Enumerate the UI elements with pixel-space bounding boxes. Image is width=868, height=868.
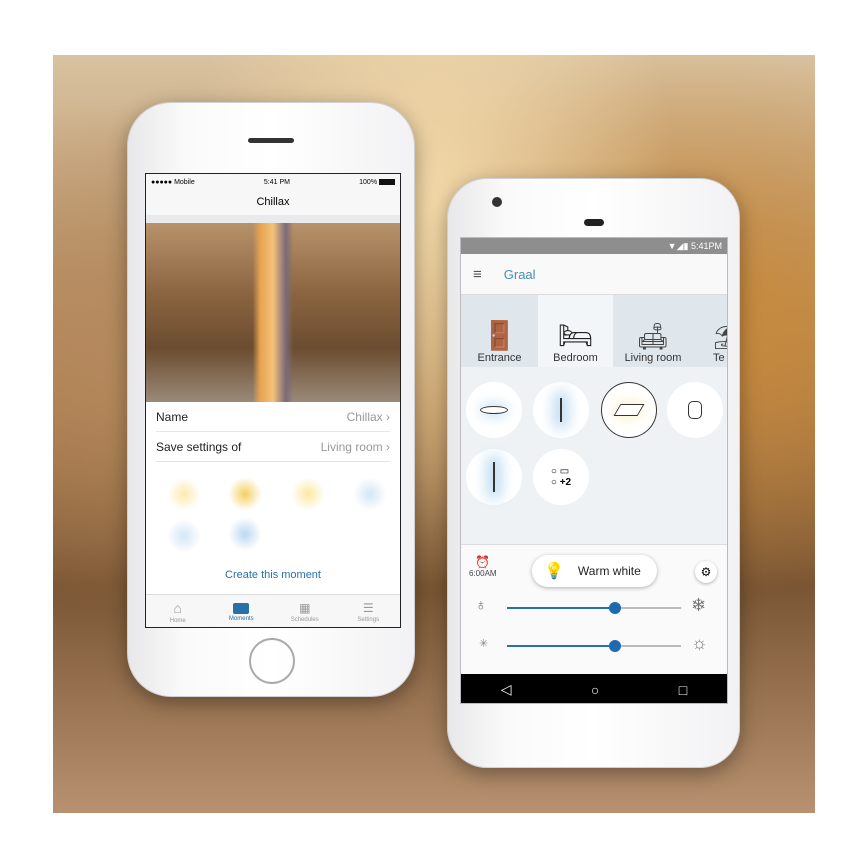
wall-lights-icon[interactable] xyxy=(167,519,201,553)
name-row[interactable]: Name Chillax › xyxy=(156,402,390,432)
create-moment-button[interactable]: Create this moment xyxy=(146,569,400,581)
snowflake-icon: ❄ xyxy=(691,595,707,615)
controls: ⏰ 6:00AM 💡 Warm white ⚙ ♁ ❄ ✳ ☼ xyxy=(461,544,727,674)
gear-icon[interactable]: ⚙ xyxy=(695,561,717,583)
menu-icon[interactable]: ≡ xyxy=(473,266,482,283)
room-terrace[interactable]: ⛱Te xyxy=(693,295,727,367)
scene-button[interactable]: 💡 Warm white xyxy=(532,555,657,587)
ios-screen: ●●●●● Mobile 5:41 PM 100% Chillax Name C… xyxy=(145,173,401,628)
app-title: Graal xyxy=(503,266,536,282)
bed-icon: 🛏 xyxy=(557,320,594,351)
room-living-room[interactable]: 🛋 Living room xyxy=(613,295,693,367)
alarm[interactable]: ⏰ 6:00AM xyxy=(469,555,497,578)
iphone: ●●●●● Mobile 5:41 PM 100% Chillax Name C… xyxy=(127,102,415,697)
battery: 100% xyxy=(359,179,395,186)
page-title: Chillax xyxy=(146,190,400,215)
save-settings-row[interactable]: Save settings of Living room › xyxy=(156,432,390,462)
speaker xyxy=(584,219,604,226)
bulb-icon: 💡 xyxy=(544,563,564,580)
group-more-count: +2 xyxy=(559,477,572,488)
spotlight-icon[interactable] xyxy=(228,477,262,511)
recents-icon[interactable]: □ xyxy=(679,682,687,698)
home-icon: ⌂ xyxy=(173,600,182,616)
bright-sun-icon: ☼ xyxy=(691,633,708,653)
ceiling-light-icon[interactable] xyxy=(291,477,325,511)
clock: 5:41 PM xyxy=(263,178,290,186)
save-label: Save settings of xyxy=(156,439,242,454)
carrier: ●●●●● Mobile xyxy=(151,178,195,186)
table-lamp-icon[interactable] xyxy=(667,382,723,438)
globe-lamp-icon[interactable] xyxy=(228,517,262,551)
tab-schedules[interactable]: ▦ Schedules xyxy=(273,601,337,623)
floor-lamp-icon[interactable] xyxy=(466,449,522,505)
speaker xyxy=(248,138,294,143)
tab-settings[interactable]: ☰ Settings xyxy=(337,601,401,623)
moment-photo xyxy=(146,223,400,402)
camera xyxy=(492,197,502,207)
room-tabs: 🚪Entrance 🛏Bedroom 🛋Living room ⛱Te xyxy=(461,295,727,367)
brightness-slider[interactable] xyxy=(507,640,681,652)
floor-lamps-icon[interactable] xyxy=(167,477,201,511)
lights-grid: ○ ▭ ○ +2 xyxy=(461,367,727,544)
spotlight-icon[interactable] xyxy=(601,382,657,438)
color-temp-thumb[interactable] xyxy=(608,602,621,614)
door-icon: 🚪 xyxy=(482,320,517,351)
clock: 5:41PM xyxy=(690,241,722,251)
nav-bar: ◁ ○ □ xyxy=(461,674,727,703)
warm-bulb-icon: ♁ xyxy=(475,597,487,614)
tab-bar: ⌂ Home Moments ▦ Schedules ☰ Settings xyxy=(146,594,401,627)
strip-light-icon[interactable] xyxy=(353,477,387,511)
save-value: Living room › xyxy=(320,439,390,454)
desk-lamp-icon[interactable] xyxy=(533,382,589,438)
name-label: Name xyxy=(156,409,189,424)
android-screen: ▼◢▮ 5:41PM ≡ Graal 🚪 Entrance 🛏 Bedroom 🛋 L… xyxy=(460,237,728,704)
ceiling-light-icon[interactable] xyxy=(466,382,522,438)
room-bedroom[interactable]: 🛏 Bedroom xyxy=(538,295,613,367)
group-icon[interactable]: ○ ▭ ○ +2 xyxy=(533,449,589,505)
sofa-icon: 🛋 xyxy=(636,321,670,351)
dim-sun-icon: ✳ xyxy=(479,638,489,650)
home-icon[interactable]: ○ xyxy=(591,682,599,698)
brightness-thumb[interactable] xyxy=(608,640,621,652)
name-value: Chillax › xyxy=(346,409,390,424)
back-icon[interactable]: ◁ xyxy=(501,681,512,698)
settings-icon: ☰ xyxy=(362,601,374,615)
home-button[interactable] xyxy=(249,638,295,684)
color-temp-slider[interactable] xyxy=(507,602,681,614)
terrace-icon: ⛱ xyxy=(713,323,727,352)
tab-home[interactable]: ⌂ Home xyxy=(146,600,210,624)
moments-icon xyxy=(233,602,250,614)
tab-moments[interactable]: Moments xyxy=(210,602,274,622)
alarm-clock-icon: ⏰ xyxy=(475,555,491,569)
android-phone: ▼◢▮ 5:41PM ≡ Graal 🚪 Entrance 🛏 Bedroom 🛋 L… xyxy=(447,178,740,768)
schedules-icon: ▦ xyxy=(299,601,311,615)
room-entrance[interactable]: 🚪 Entrance xyxy=(461,295,538,367)
